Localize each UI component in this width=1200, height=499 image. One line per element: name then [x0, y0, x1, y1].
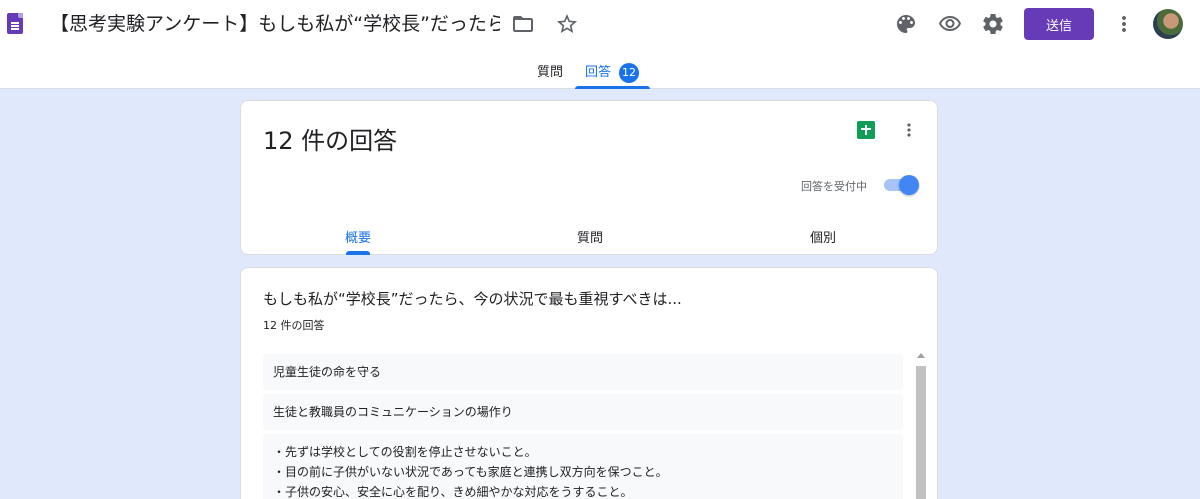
tab-active-indicator — [575, 86, 650, 89]
subtab-active-indicator — [346, 251, 370, 255]
folder-icon[interactable] — [503, 4, 543, 44]
eye-icon[interactable] — [930, 4, 970, 44]
gear-icon[interactable] — [973, 4, 1013, 44]
more-vert-icon[interactable] — [1104, 4, 1144, 44]
sheets-icon[interactable] — [857, 121, 875, 139]
palette-icon[interactable] — [886, 4, 926, 44]
tab-questions[interactable]: 質問 — [537, 56, 563, 89]
accepting-responses-toggle[interactable] — [882, 175, 919, 195]
send-button[interactable]: 送信 — [1024, 8, 1094, 40]
answer-line: ・先ずは学校としての役割を停止させないこと。 — [273, 445, 537, 459]
list-item: 児童生徒の命を守る — [263, 354, 903, 390]
avatar[interactable] — [1153, 9, 1183, 39]
answer-line: ・子供の安心、安全に心を配り、きめ細やかな対応をうすること。 — [273, 485, 633, 499]
star-icon[interactable] — [547, 4, 587, 44]
form-icon[interactable] — [7, 13, 23, 34]
scrollbar-thumb[interactable] — [916, 366, 926, 499]
tab-responses-label: 回答 — [585, 65, 612, 80]
accepting-responses-label: 回答を受付中 — [801, 180, 867, 193]
tab-individual[interactable]: 個別 — [810, 227, 836, 246]
answers-scrollbar[interactable] — [915, 350, 927, 499]
more-vert-icon[interactable] — [897, 118, 921, 142]
list-item: ・先ずは学校としての役割を停止させないこと。 ・目の前に子供がいない状況であって… — [263, 434, 903, 499]
question-title: もしも私が“学校長”だったら、今の状況で最も重視すべきは... — [263, 290, 682, 308]
answer-list: 児童生徒の命を守る 生徒と教職員のコミュニケーションの場作り ・先ずは学校として… — [263, 354, 903, 499]
tab-responses[interactable]: 回答 12 — [585, 56, 640, 89]
question-card: もしも私が“学校長”だったら、今の状況で最も重視すべきは... 12 件の回答 … — [240, 267, 938, 499]
form-title[interactable]: 【思考実験アンケート】もしも私が“学校長”だったら... — [50, 9, 500, 39]
app-header: 【思考実験アンケート】もしも私が“学校長”だったら... 送信 質問 回答 12 — [0, 0, 1200, 89]
tab-summary[interactable]: 概要 — [345, 227, 371, 246]
response-count-title: 12 件の回答 — [263, 127, 398, 155]
top-tabs: 質問 回答 12 — [0, 56, 1200, 89]
tab-question[interactable]: 質問 — [577, 227, 603, 246]
list-item: 生徒と教職員のコミュニケーションの場作り — [263, 394, 903, 430]
response-count-badge: 12 — [619, 62, 640, 83]
toggle-thumb — [899, 175, 919, 195]
summary-card: 12 件の回答 回答を受付中 概要 質問 個別 — [240, 100, 938, 255]
scroll-up-icon[interactable] — [917, 353, 925, 358]
answer-line: ・目の前に子供がいない状況であっても家庭と連携し双方向を保つこと。 — [273, 465, 668, 479]
question-response-count: 12 件の回答 — [263, 319, 325, 332]
